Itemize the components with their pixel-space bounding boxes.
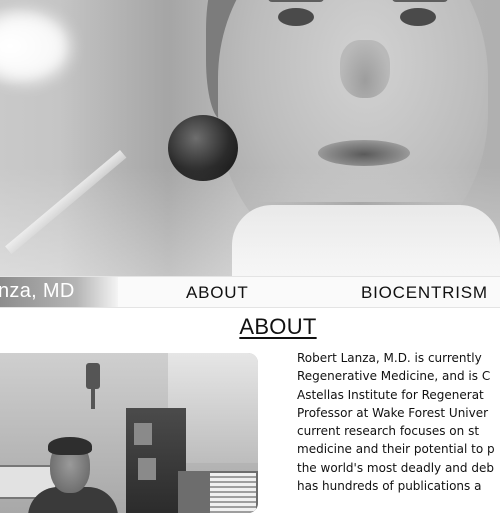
about-line: medicine and their potential to p xyxy=(297,442,495,457)
hero-image xyxy=(0,0,500,278)
lamp-icon xyxy=(86,363,100,389)
about-line: current research focuses on st xyxy=(297,424,480,439)
about-line: has hundreds of publications a xyxy=(297,479,482,494)
about-line: Regenerative Medicine, and is C xyxy=(297,369,491,384)
lamp-arm xyxy=(91,387,95,409)
navigation-bar: nza, MD ABOUT BIOCENTRISM xyxy=(0,276,500,308)
photo-shelf-item xyxy=(138,458,156,480)
nav-link-biocentrism[interactable]: BIOCENTRISM xyxy=(361,283,488,303)
about-paragraph: Robert Lanza, M.D. is currently Regenera… xyxy=(297,349,500,495)
hero-fade-overlay xyxy=(0,0,500,278)
about-photo xyxy=(0,353,258,513)
brand-name[interactable]: nza, MD xyxy=(0,280,75,303)
about-line: Professor at Wake Forest Univer xyxy=(297,405,489,420)
about-line: Robert Lanza, M.D. is currently xyxy=(297,351,482,365)
about-line: Astellas Institute for Regenerat xyxy=(297,387,484,402)
photo-person-hair xyxy=(48,437,92,455)
about-section-title: ABOUT xyxy=(239,314,317,339)
photo-shelf-item xyxy=(134,423,152,445)
photo-paper-tray xyxy=(210,473,256,513)
about-line: the world's most deadly and deb xyxy=(297,460,494,475)
brand-block[interactable]: nza, MD xyxy=(0,277,118,307)
nav-link-about[interactable]: ABOUT xyxy=(186,283,249,303)
